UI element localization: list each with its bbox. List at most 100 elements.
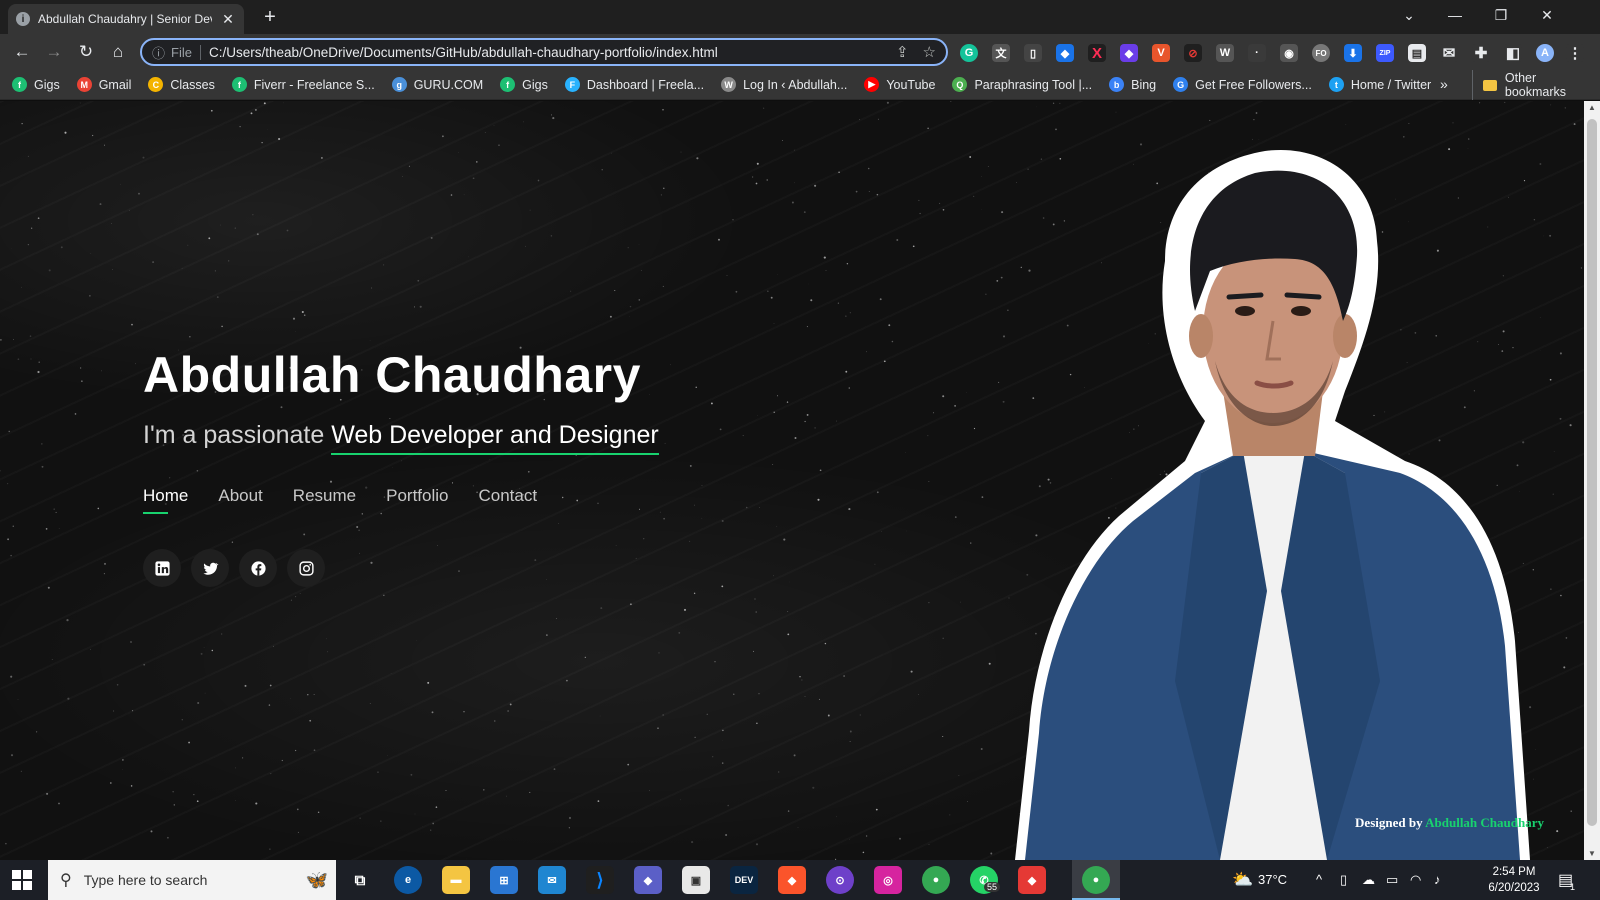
fo-extension-icon[interactable]: FO: [1312, 44, 1330, 62]
windows-taskbar: ⚲ Type here to search 🦋 ⧉ e ▬ ⊞ ✉ ⟩ ◆ ▣ …: [0, 860, 1600, 900]
extensions-puzzle-icon[interactable]: ✚: [1472, 44, 1490, 62]
bookmarks-bar: f Gigs M Gmail C Classes f Fiverr - Freelance S…: [0, 70, 1600, 100]
volume-icon[interactable]: ♪: [1434, 872, 1441, 887]
gem-extension-icon[interactable]: ◆: [1120, 44, 1138, 62]
page-scrollbar[interactable]: ▲ ▼: [1584, 101, 1600, 860]
new-tab-button[interactable]: +: [258, 6, 282, 30]
reader-extension-icon[interactable]: ▤: [1408, 44, 1426, 62]
twitter-icon[interactable]: [191, 549, 229, 587]
nav-resume[interactable]: Resume: [293, 486, 356, 514]
tab-search-chevron-icon[interactable]: ⌄: [1386, 0, 1432, 30]
profile-avatar[interactable]: A: [1536, 44, 1554, 62]
battery-icon[interactable]: ▭: [1386, 872, 1398, 888]
block-extension-icon[interactable]: ⊘: [1184, 44, 1202, 62]
nav-contact[interactable]: Contact: [478, 486, 537, 514]
bookmark-item[interactable]: M Gmail: [76, 77, 131, 92]
translate-extension-icon[interactable]: 文: [992, 44, 1010, 62]
html-validator-extension-icon[interactable]: V: [1152, 44, 1170, 62]
other-bookmarks-folder[interactable]: Other bookmarks: [1472, 70, 1600, 100]
scrollbar-thumb[interactable]: [1587, 119, 1597, 826]
more-bookmarks-chevron-icon[interactable]: »: [1440, 76, 1448, 92]
side-panel-icon[interactable]: ◧: [1504, 44, 1522, 62]
instagram-app-icon[interactable]: ◎: [874, 866, 902, 894]
bookmark-item[interactable]: f Fiverr - Freelance S...: [231, 77, 375, 92]
address-bar[interactable]: ⓘ File C:/Users/theab/OneDrive/Documents…: [140, 38, 948, 66]
active-tab[interactable]: i Abdullah Chaudahry | Senior Dev ✕: [8, 4, 244, 34]
bookmark-item[interactable]: ▶ YouTube: [864, 77, 935, 92]
nav-portfolio[interactable]: Portfolio: [386, 486, 448, 514]
x-extension-icon[interactable]: X: [1088, 44, 1106, 62]
grammarly-extension-icon[interactable]: G: [960, 44, 978, 62]
bookmark-item[interactable]: W Log In ‹ Abdullah...: [721, 77, 847, 92]
bookmark-label: Paraphrasing Tool |...: [974, 77, 1093, 92]
weather-icon[interactable]: ⛅: [1232, 870, 1253, 890]
bookmark-item[interactable]: f Gigs: [500, 77, 548, 92]
bookmark-label: GURU.COM: [413, 77, 484, 92]
scroll-down-arrow-icon[interactable]: ▼: [1584, 849, 1600, 858]
mail-extension-icon[interactable]: ✉: [1440, 44, 1458, 62]
bookmark-item[interactable]: f Gigs: [12, 77, 60, 92]
file-explorer-icon[interactable]: ▬: [442, 866, 470, 894]
copilot-icon[interactable]: ◆: [634, 866, 662, 894]
vscode-icon[interactable]: ⟩: [586, 866, 614, 894]
reload-icon[interactable]: ↻: [74, 40, 98, 64]
system-clock[interactable]: 2:54 PM 6/20/2023: [1478, 864, 1550, 896]
back-arrow-icon[interactable]: ←: [10, 40, 34, 64]
media-icon[interactable]: ▣: [682, 866, 710, 894]
menu-kebab-icon[interactable]: ⋮: [1566, 44, 1584, 62]
address-url[interactable]: C:/Users/theab/OneDrive/Documents/GitHub…: [209, 45, 882, 60]
close-tab-icon[interactable]: ✕: [220, 11, 236, 28]
brave-icon[interactable]: ◆: [778, 866, 806, 894]
nav-home[interactable]: Home: [143, 486, 188, 514]
bookmark-item[interactable]: C Classes: [148, 77, 215, 92]
bookmark-star-icon[interactable]: ☆: [923, 43, 936, 61]
bookmark-item[interactable]: t Home / Twitter: [1328, 77, 1431, 92]
onedrive-icon[interactable]: ☁: [1362, 872, 1375, 888]
minimize-button[interactable]: —: [1432, 0, 1478, 30]
restore-button[interactable]: ❐: [1478, 0, 1524, 30]
nav-about[interactable]: About: [218, 486, 262, 514]
shield-extension-icon[interactable]: ◆: [1056, 44, 1074, 62]
bookmark-item[interactable]: F Dashboard | Freela...: [564, 77, 704, 92]
scroll-up-arrow-icon[interactable]: ▲: [1584, 103, 1600, 112]
devhome-icon[interactable]: DEV: [730, 866, 758, 894]
close-window-button[interactable]: ✕: [1524, 0, 1570, 30]
instagram-icon[interactable]: [287, 549, 325, 587]
share-icon[interactable]: ⇪: [896, 43, 909, 61]
device-extension-icon[interactable]: ▯: [1024, 44, 1042, 62]
chrome-active-icon[interactable]: ●: [1082, 866, 1110, 894]
microsoft-store-icon[interactable]: ⊞: [490, 866, 518, 894]
bookmark-label: Bing: [1131, 77, 1157, 92]
mail-icon[interactable]: ✉: [538, 866, 566, 894]
device-icon[interactable]: ▯: [1340, 872, 1347, 888]
home-icon[interactable]: ⌂: [106, 40, 130, 64]
credit-name[interactable]: Abdullah Chaudhary: [1425, 815, 1544, 830]
bookmark-item[interactable]: g GURU.COM: [391, 77, 484, 92]
bookmark-item[interactable]: Q Paraphrasing Tool |...: [952, 77, 1092, 92]
windows-start-icon[interactable]: [12, 870, 32, 890]
zip-extension-icon[interactable]: ZIP: [1376, 44, 1394, 62]
site-info-icon[interactable]: ⓘ: [152, 43, 165, 62]
dim-extension-icon[interactable]: ·: [1248, 44, 1266, 62]
facebook-icon[interactable]: [239, 549, 277, 587]
camera-extension-icon[interactable]: ◉: [1280, 44, 1298, 62]
weather-temp[interactable]: 37°C: [1258, 872, 1287, 887]
show-hidden-icons-chevron-icon[interactable]: ^: [1316, 872, 1322, 887]
other-bookmarks-label: Other bookmarks: [1504, 71, 1567, 99]
bookmark-item[interactable]: G Get Free Followers...: [1173, 77, 1312, 92]
address-scheme: File: [171, 44, 201, 60]
task-view-icon[interactable]: ⧉: [346, 866, 374, 894]
linkedin-icon[interactable]: [143, 549, 181, 587]
hero-subtitle: I'm a passionate Web Developer and Desig…: [143, 421, 659, 455]
github-desktop-icon[interactable]: ⊙: [826, 866, 854, 894]
twitter-icon: t: [1328, 77, 1344, 92]
forward-arrow-icon[interactable]: →: [42, 40, 66, 64]
wifi-icon[interactable]: ◠: [1410, 872, 1421, 888]
taskbar-search-box[interactable]: ⚲ Type here to search 🦋: [48, 860, 336, 900]
anydesk-icon[interactable]: ◆: [1018, 866, 1046, 894]
chrome-icon[interactable]: ●: [922, 866, 950, 894]
download-extension-icon[interactable]: ⬇: [1344, 44, 1362, 62]
edge-icon[interactable]: e: [394, 866, 422, 894]
bookmark-item[interactable]: b Bing: [1109, 77, 1156, 92]
wordpress-extension-icon[interactable]: W: [1216, 44, 1234, 62]
